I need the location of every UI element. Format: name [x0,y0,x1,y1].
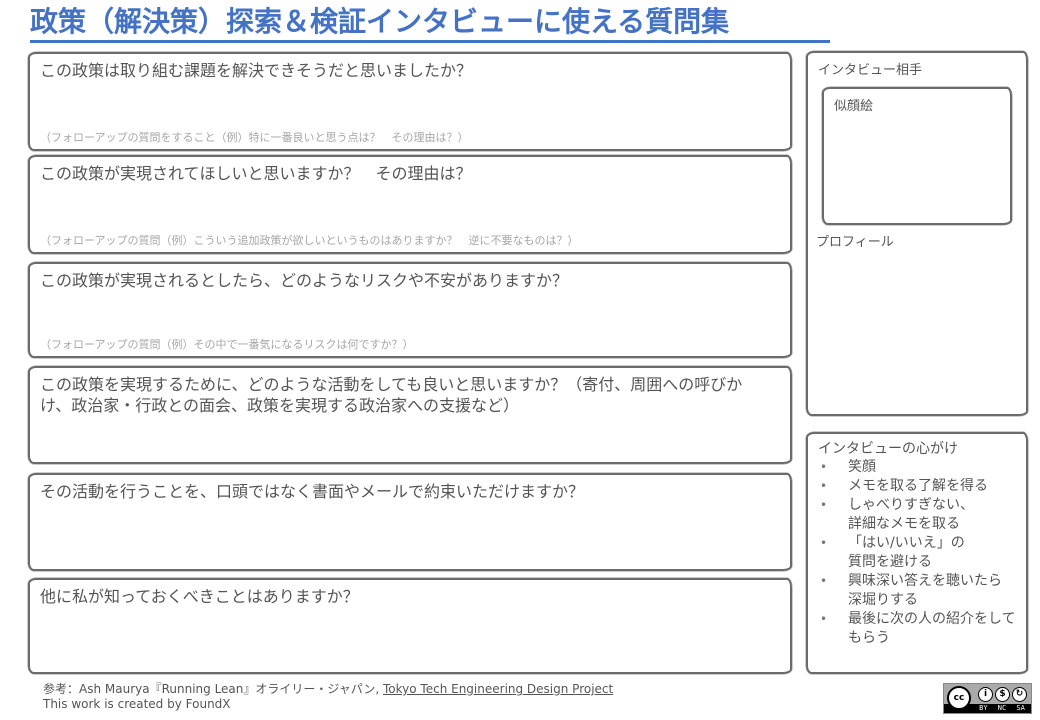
interviewee-title: インタビュー相手 [818,63,923,78]
tip-item: • 最後に次の人の紹介をしてもらう [818,610,1018,648]
tips-panel: インタビューの心がけ • 笑顔 • メモを取る了解を得る • しゃべりすぎない、 詳細… [806,432,1028,674]
question-text: 他に私が知っておくべきことはありますか？ [40,587,359,606]
tip-text: 最後に次の人の紹介をしてもらう [848,611,1016,646]
question-text: その活動を行うことを、口頭ではなく書面やメールで約束いただけますか？ [40,482,585,501]
portrait-box[interactable]: 似顔絵 [822,87,1012,225]
question-box-5[interactable]: その活動を行うことを、口頭ではなく書面やメールで約束いただけますか？ [28,473,792,571]
bullet-icon: • [820,536,828,550]
tip-text: メモを取る了解を得る [848,478,988,494]
nc-label: NC [997,704,1007,712]
profile-label: プロフィール [816,235,894,250]
question-box-1[interactable]: この政策は取り組む課題を解決できそうだと思いましたか？ （フォローアップの質問を… [28,52,792,151]
question-hint: （フォローアップの質問（例）その中で一番気になるリスクは何ですか？） [40,338,414,351]
tip-item: • 「はい/いいえ」の 質問を避ける [818,534,1018,572]
by-label: BY [979,704,988,712]
cc-icon: cc [947,686,971,710]
bullet-icon: • [820,612,828,626]
title-underline [30,40,830,43]
question-box-4[interactable]: この政策を実現するために、どのような活動をしても良いと思いますか？（寄付、周囲へ… [28,366,792,464]
question-hint: （フォローアップの質問（例）こういう追加政策が欲しいというものはありますか？ 逆… [40,234,579,247]
credit-line: This work is created by FoundX [43,697,231,711]
question-hint: （フォローアップの質問をすること（例）特に一番良いと思う点は？ その理由は？） [40,131,469,144]
tip-item: • 興味深い答えを聴いたら 深堀りする [818,572,1018,610]
page-title: 政策（解決策）探索＆検証インタビューに使える質問集 [30,5,730,38]
question-box-6[interactable]: 他に私が知っておくべきことはありますか？ [28,578,792,674]
interviewee-panel: インタビュー相手 似顔絵 プロフィール [806,51,1028,416]
reference-line: 参考：Ash Maurya『Running Lean』オライリー・ジャパン, T… [43,680,613,697]
bullet-icon: • [820,574,828,588]
tip-item: • メモを取る了解を得る [818,477,1018,496]
sa-icon: ↻ [1012,687,1027,702]
sa-label: SA [1016,704,1025,712]
bullet-icon: • [820,498,828,512]
tips-list: • 笑顔 • メモを取る了解を得る • しゃべりすぎない、 詳細なメモを取る • 「はい… [818,458,1018,648]
bullet-icon: • [820,479,828,493]
nc-icon: $ [995,687,1010,702]
tip-text: しゃべりすぎない、 詳細なメモを取る [848,497,974,532]
question-box-2[interactable]: この政策が実現されてほしいと思いますか？ その理由は？ （フォローアップの質問（… [28,155,792,254]
tip-text: 笑顔 [848,459,876,475]
bullet-icon: • [820,460,828,474]
tip-text: 興味深い答えを聴いたら 深堀りする [848,573,1002,608]
reference-text: 参考：Ash Maurya『Running Lean』オライリー・ジャパン, [43,682,384,696]
tip-text: 「はい/いいえ」の 質問を避ける [848,535,965,570]
tip-item: • 笑顔 [818,458,1018,477]
cc-license-badge[interactable]: cc i $ ↻ BY NC SA [943,683,1032,714]
by-icon: i [978,687,993,702]
reference-link[interactable]: Tokyo Tech Engineering Design Project [383,682,613,696]
question-box-3[interactable]: この政策が実現されるとしたら、どのようなリスクや不安がありますか？ （フォローア… [28,262,792,358]
profile-area[interactable] [816,251,1018,406]
question-text: この政策は取り組む課題を解決できそうだと思いましたか？ [40,61,473,80]
portrait-label: 似顔絵 [834,99,874,114]
question-text: この政策が実現されてほしいと思いますか？ その理由は？ [40,164,472,183]
tip-item: • しゃべりすぎない、 詳細なメモを取る [818,496,1018,534]
question-text: この政策を実現するために、どのような活動をしても良いと思いますか？（寄付、周囲へ… [40,375,743,415]
tips-title: インタビューの心がけ [818,441,958,457]
cc-labels: BY NC SA [974,704,1030,713]
question-text: この政策が実現されるとしたら、どのようなリスクや不安がありますか？ [40,271,569,290]
